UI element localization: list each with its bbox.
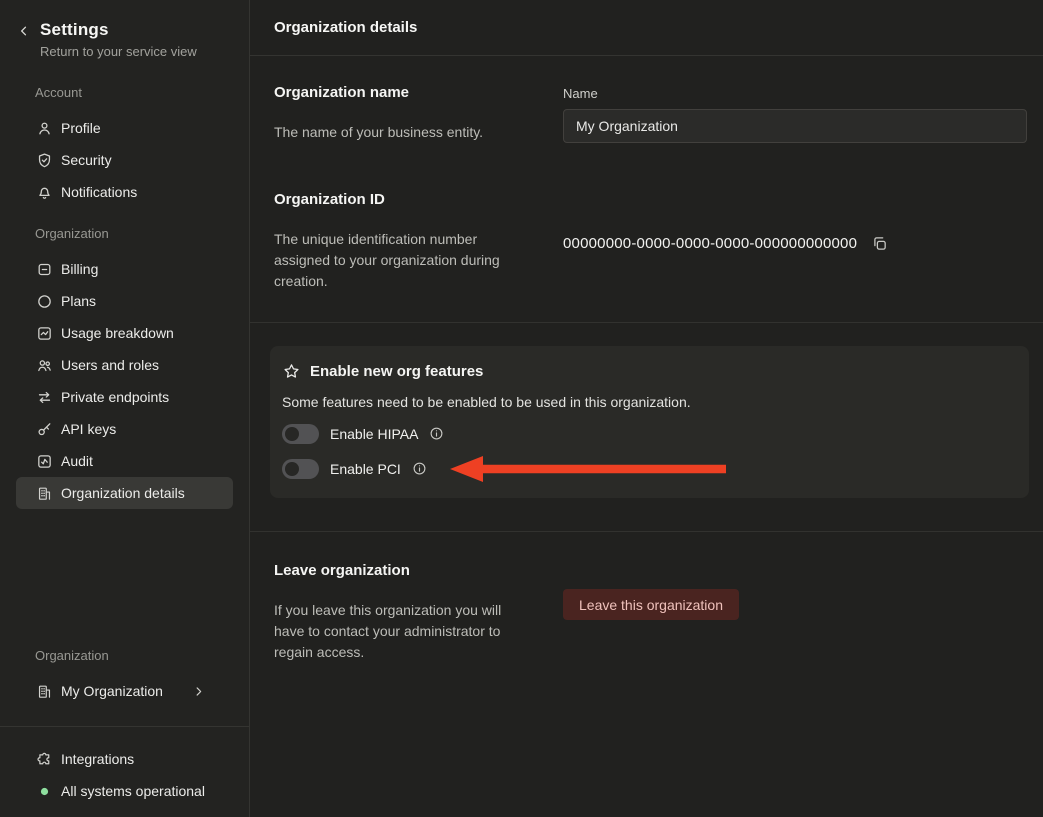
sidebar-item-label: Private endpoints	[61, 389, 169, 405]
circle-icon	[36, 293, 53, 310]
org-name-input[interactable]	[563, 109, 1027, 143]
sidebar-item-label: Notifications	[61, 184, 137, 200]
bell-icon	[36, 184, 53, 201]
page-title: Organization details	[274, 19, 417, 36]
features-card-title: Enable new org features	[310, 363, 483, 380]
usage-chart-icon	[36, 325, 53, 342]
toggle-knob	[285, 427, 299, 441]
org-switcher-label: Organization	[0, 648, 249, 663]
org-switcher-value: My Organization	[61, 683, 163, 699]
sidebar-item-plans[interactable]: Plans	[16, 285, 233, 317]
org-id-info: Organization ID The unique identificatio…	[274, 191, 563, 292]
leave-org-description: If you leave this organization you will …	[274, 600, 524, 663]
leave-org-action: Leave this organization	[563, 562, 1027, 663]
sidebar-item-private-endpoints[interactable]: Private endpoints	[16, 381, 233, 413]
account-nav: Profile Security Notifications	[0, 112, 249, 208]
sidebar-item-label: Billing	[61, 261, 98, 277]
org-id-description: The unique identification number assigne…	[274, 229, 529, 292]
org-name-info: Organization name The name of your busin…	[274, 84, 563, 143]
status-dot-icon	[36, 787, 53, 796]
pci-toggle[interactable]	[282, 459, 319, 479]
features-card-header: Enable new org features	[282, 362, 1015, 381]
features-card: Enable new org features Some features ne…	[270, 346, 1029, 498]
section-label-account: Account	[0, 85, 249, 100]
section-label-organization: Organization	[0, 226, 249, 241]
main-panel: Organization details Organization name T…	[250, 0, 1043, 817]
puzzle-icon	[36, 751, 53, 768]
sidebar-item-api-keys[interactable]: API keys	[16, 413, 233, 445]
key-icon	[36, 421, 53, 438]
sidebar-item-label: Users and roles	[61, 357, 159, 373]
app-window: Settings Return to your service view Acc…	[0, 0, 1043, 817]
sidebar-item-label: Plans	[61, 293, 96, 309]
sidebar-item-security[interactable]: Security	[16, 144, 233, 176]
sidebar-item-label: Organization details	[61, 485, 185, 501]
status-label: All systems operational	[61, 783, 205, 799]
pci-toggle-label: Enable PCI	[330, 461, 401, 477]
settings-sidebar: Settings Return to your service view Acc…	[0, 0, 250, 817]
star-icon	[282, 362, 301, 381]
sidebar-item-label: Profile	[61, 120, 101, 136]
main-header: Organization details	[250, 0, 1043, 56]
billing-icon	[36, 261, 53, 278]
sidebar-item-profile[interactable]: Profile	[16, 112, 233, 144]
sidebar-item-label: Audit	[61, 453, 93, 469]
org-id-value-block: 00000000-0000-0000-0000-000000000000	[563, 191, 1027, 292]
audit-icon	[36, 453, 53, 470]
integrations-label: Integrations	[61, 751, 134, 767]
leave-org-section: Leave organization If you leave this org…	[250, 532, 1043, 663]
sidebar-item-billing[interactable]: Billing	[16, 253, 233, 285]
org-name-section: Organization name The name of your busin…	[274, 84, 1027, 143]
details-sections: Organization name The name of your busin…	[250, 56, 1043, 322]
building-icon	[36, 683, 53, 700]
pci-toggle-row: Enable PCI	[282, 457, 1015, 480]
user-icon	[36, 120, 53, 137]
sidebar-item-label: API keys	[61, 421, 116, 437]
leave-org-title: Leave organization	[274, 562, 529, 579]
org-id-value: 00000000-0000-0000-0000-000000000000	[563, 235, 857, 252]
org-name-description: The name of your business entity.	[274, 122, 529, 143]
leave-org-info: Leave organization If you leave this org…	[274, 562, 563, 663]
info-icon[interactable]	[429, 426, 444, 441]
sidebar-footer: Integrations All systems operational	[0, 726, 249, 817]
hipaa-toggle-row: Enable HIPAA	[282, 422, 1015, 445]
toggle-knob	[285, 462, 299, 476]
org-switcher-nav: My Organization	[0, 675, 249, 707]
sidebar-item-users-and-roles[interactable]: Users and roles	[16, 349, 233, 381]
org-name-form: Name	[563, 84, 1027, 143]
org-switcher[interactable]: My Organization	[16, 675, 233, 707]
sidebar-item-organization-details[interactable]: Organization details	[16, 477, 233, 509]
hipaa-toggle[interactable]	[282, 424, 319, 444]
features-card-section: Enable new org features Some features ne…	[250, 323, 1043, 531]
org-name-title: Organization name	[274, 84, 529, 101]
building-icon	[36, 485, 53, 502]
sidebar-item-notifications[interactable]: Notifications	[16, 176, 233, 208]
features-card-description: Some features need to be enabled to be u…	[282, 394, 1015, 410]
users-icon	[36, 357, 53, 374]
org-id-section: Organization ID The unique identificatio…	[274, 191, 1027, 292]
copy-icon[interactable]	[871, 235, 888, 252]
integrations-link[interactable]: Integrations	[16, 743, 233, 775]
sidebar-item-usage-breakdown[interactable]: Usage breakdown	[16, 317, 233, 349]
settings-title: Settings	[40, 20, 197, 40]
hipaa-toggle-label: Enable HIPAA	[330, 426, 418, 442]
sidebar-spacer	[0, 509, 249, 648]
back-chevron-icon[interactable]	[17, 24, 31, 38]
annotation-arrow	[450, 454, 726, 484]
sidebar-header: Settings Return to your service view	[0, 0, 249, 59]
sidebar-title-block: Settings Return to your service view	[40, 20, 197, 59]
chevron-right-icon	[192, 685, 205, 698]
arrows-swap-icon	[36, 389, 53, 406]
organization-nav: Billing Plans Usage breakdown Users and …	[0, 253, 249, 509]
leave-organization-button[interactable]: Leave this organization	[563, 589, 739, 620]
org-id-title: Organization ID	[274, 191, 529, 208]
sidebar-item-label: Usage breakdown	[61, 325, 174, 341]
name-field-label: Name	[563, 86, 1027, 101]
system-status-link[interactable]: All systems operational	[16, 775, 233, 807]
info-icon[interactable]	[412, 461, 427, 476]
sidebar-item-label: Security	[61, 152, 112, 168]
shield-check-icon	[36, 152, 53, 169]
settings-subtitle: Return to your service view	[40, 44, 197, 59]
sidebar-item-audit[interactable]: Audit	[16, 445, 233, 477]
